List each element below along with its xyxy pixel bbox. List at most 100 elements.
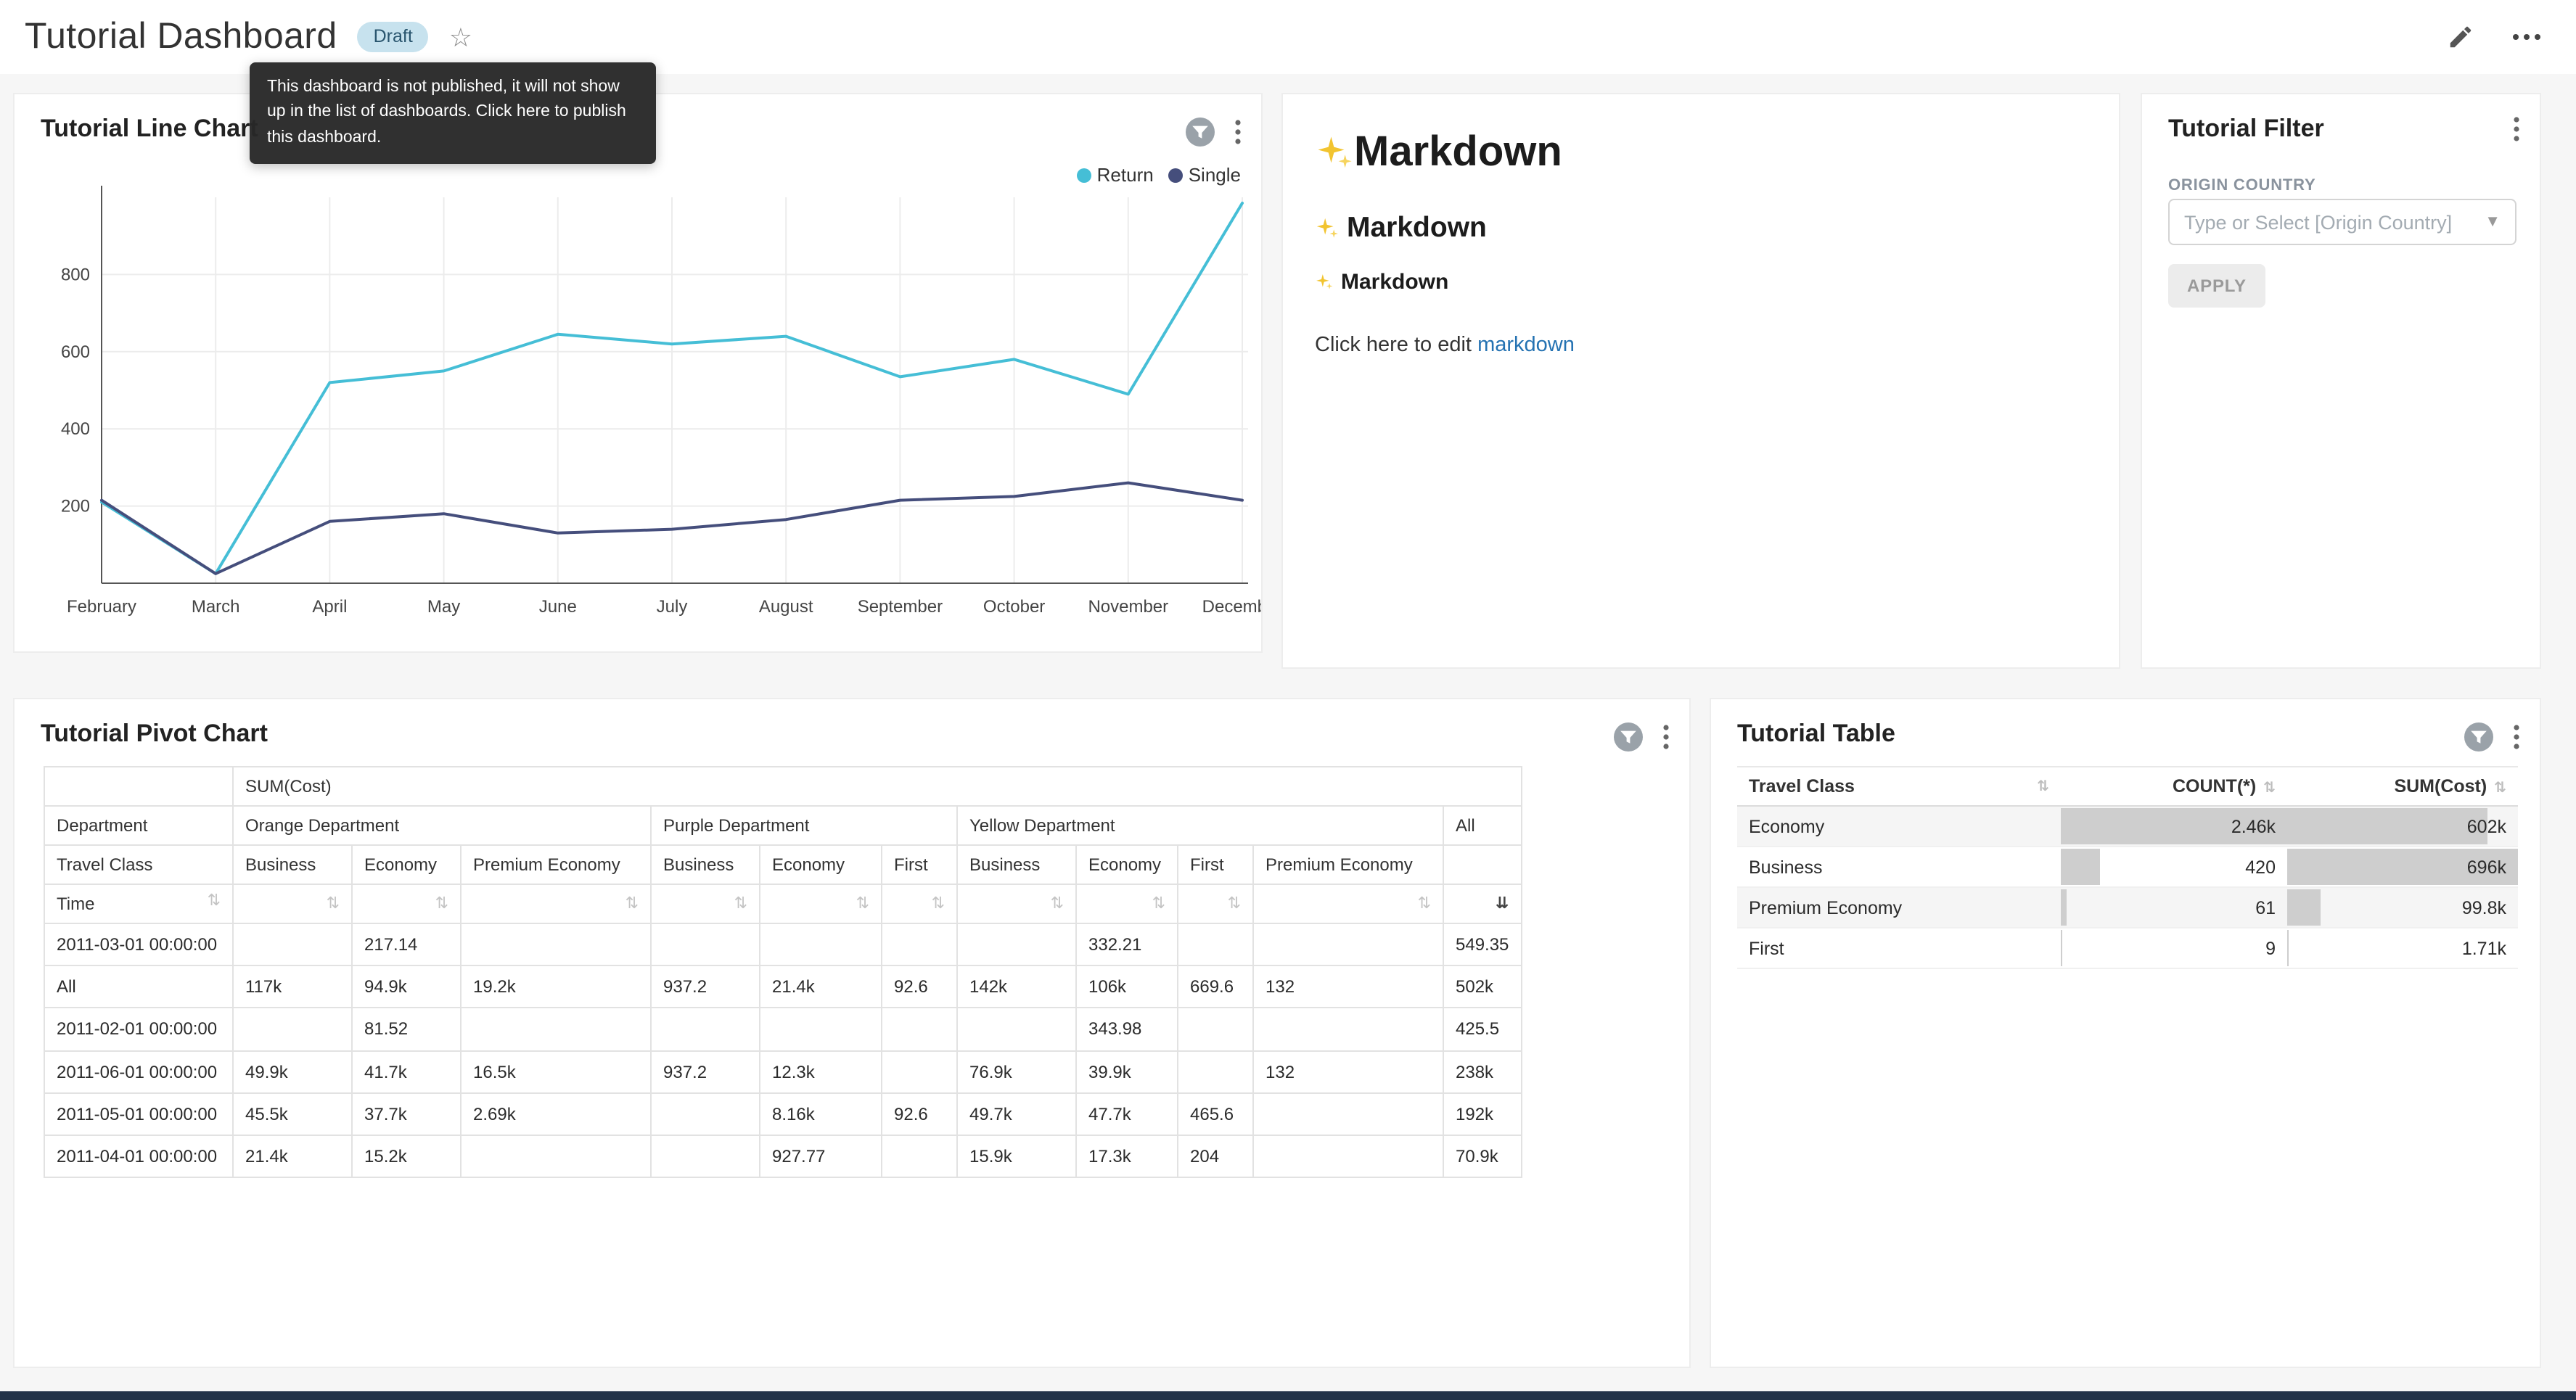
cell-count: 9 <box>2061 928 2287 968</box>
bottom-edge-strip <box>0 1391 2576 1400</box>
pivot-class-header: Business <box>957 845 1076 884</box>
pivot-row: 2011-06-01 00:00:0049.9k41.7k16.5k937.21… <box>44 1050 1521 1092</box>
pivot-group-header: Purple Department <box>651 806 957 845</box>
pivot-table: SUM(Cost)DepartmentOrange DepartmentPurp… <box>44 766 1522 1178</box>
svg-text:600: 600 <box>61 342 90 362</box>
line-chart-title: Tutorial Line Chart <box>41 115 258 144</box>
edit-pencil-icon[interactable] <box>2447 23 2474 51</box>
sparkles-icon <box>1315 133 1354 173</box>
markdown-card: Markdown Markdown Markdown Click here to… <box>1281 93 2120 669</box>
markdown-heading-1: Markdown <box>1315 129 2087 177</box>
apply-button[interactable]: APPLY <box>2168 264 2265 308</box>
page-title: Tutorial Dashboard <box>25 16 337 58</box>
sparkles-icon <box>1315 216 1340 241</box>
table-row: First91.71k <box>1737 928 2518 968</box>
sort-icon[interactable]: ⇅ <box>625 896 639 912</box>
col-header-count[interactable]: COUNT(*)⇅ <box>2061 767 2287 806</box>
sort-icon[interactable]: ⇅ <box>208 894 221 910</box>
svg-text:800: 800 <box>61 265 90 284</box>
svg-text:July: July <box>657 597 688 617</box>
cell-travel-class: Economy <box>1737 806 2061 847</box>
pivot-chart-card: Tutorial Pivot Chart SUM(Cost)Department… <box>13 698 1691 1368</box>
pivot-class-header: Economy <box>760 845 882 884</box>
pivot-metric-row: SUM(Cost) <box>44 767 1521 806</box>
kebab-menu-icon[interactable] <box>1235 119 1241 145</box>
sort-desc-icon[interactable]: ⇊ <box>1496 896 1509 912</box>
col-header-travel-class[interactable]: Travel Class⇅ <box>1737 767 2061 806</box>
cell-sum-cost: 602k <box>2287 806 2518 847</box>
pivot-row: All117k94.9k19.2k937.221.4k92.6142k106k6… <box>44 965 1521 1008</box>
pivot-class-header: Business <box>233 845 352 884</box>
draft-status-badge[interactable]: Draft <box>358 22 429 52</box>
header-actions <box>2447 23 2541 51</box>
filter-badge-icon[interactable] <box>2463 721 2495 753</box>
filter-card-title: Tutorial Filter <box>2168 115 2324 144</box>
favorite-star-icon[interactable]: ☆ <box>449 24 472 50</box>
svg-text:September: September <box>858 597 943 617</box>
legend-item-return[interactable]: Return <box>1077 164 1154 186</box>
sort-icon: ⇅ <box>2494 781 2506 796</box>
sort-icon[interactable]: ⇅ <box>734 896 747 912</box>
cell-travel-class: Premium Economy <box>1737 887 2061 928</box>
chart-legend: Return Single <box>1077 164 1241 186</box>
cell-travel-class: Business <box>1737 847 2061 887</box>
origin-country-label: ORIGIN COUNTRY <box>2168 177 2316 194</box>
cell-travel-class: First <box>1737 928 2061 968</box>
sort-icon[interactable]: ⇅ <box>435 896 448 912</box>
more-options-icon[interactable] <box>2512 33 2541 41</box>
pivot-class-header: Economy <box>352 845 461 884</box>
sort-icon[interactable]: ⇅ <box>1152 896 1165 912</box>
kebab-menu-icon[interactable] <box>1663 724 1669 750</box>
pivot-row: 2011-04-01 00:00:0021.4k15.2k927.7715.9k… <box>44 1135 1521 1177</box>
sort-icon[interactable]: ⇅ <box>1418 896 1431 912</box>
svg-text:November: November <box>1088 597 1168 617</box>
col-header-sum-cost[interactable]: SUM(Cost)⇅ <box>2287 767 2518 806</box>
line-chart-card: Tutorial Line Chart ReturnSingle 2004006… <box>13 93 1263 653</box>
table-row: Economy2.46k602k <box>1737 806 2518 847</box>
pivot-class-header: Premium Economy <box>1253 845 1443 884</box>
table-row: Premium Economy6199.8k <box>1737 887 2518 928</box>
pivot-class-header: Business <box>651 845 760 884</box>
markdown-edit-hint: Click here to edit markdown <box>1315 334 2087 357</box>
kebab-menu-icon[interactable] <box>2514 116 2519 142</box>
pivot-row: 2011-02-01 00:00:0081.52343.98425.5 <box>44 1008 1521 1050</box>
markdown-heading-3: Markdown <box>1315 270 2087 295</box>
cell-sum-cost: 99.8k <box>2287 887 2518 928</box>
kebab-menu-icon[interactable] <box>2514 724 2519 750</box>
sort-icon[interactable]: ⇅ <box>327 896 340 912</box>
pivot-chart-title: Tutorial Pivot Chart <box>41 720 268 749</box>
table-row: Business420696k <box>1737 847 2518 887</box>
pivot-sort-row: Time⇅⇅⇅⇅⇅⇅⇅⇅⇅⇅⇅⇊ <box>44 884 1521 923</box>
sparkles-icon <box>1315 273 1334 292</box>
cell-sum-cost: 1.71k <box>2287 928 2518 968</box>
legend-item-single[interactable]: Single <box>1168 164 1241 186</box>
svg-text:December: December <box>1202 597 1263 617</box>
svg-text:October: October <box>983 597 1045 617</box>
filter-badge-icon[interactable] <box>1184 116 1216 148</box>
svg-text:August: August <box>759 597 813 617</box>
sort-icon: ⇅ <box>2037 779 2049 795</box>
svg-text:April: April <box>312 597 347 617</box>
svg-text:March: March <box>192 597 240 617</box>
chevron-down-icon: ▼ <box>2485 213 2501 231</box>
legend-dot <box>1077 168 1091 182</box>
edit-markdown-link[interactable]: markdown <box>1477 334 1575 357</box>
sort-icon[interactable]: ⇅ <box>932 896 945 912</box>
unpublished-tooltip: This dashboard is not published, it will… <box>250 62 656 164</box>
pivot-class-header: First <box>882 845 957 884</box>
table-card-title: Tutorial Table <box>1737 720 1895 749</box>
legend-dot <box>1168 168 1183 182</box>
markdown-heading-2: Markdown <box>1315 212 2087 245</box>
sort-icon[interactable]: ⇅ <box>1051 896 1064 912</box>
filter-badge-icon[interactable] <box>1612 721 1644 753</box>
svg-text:200: 200 <box>61 497 90 516</box>
pivot-group-header: Orange Department <box>233 806 651 845</box>
origin-country-select[interactable]: Type or Select [Origin Country] ▼ <box>2168 199 2516 245</box>
table-header-row: Travel Class⇅COUNT(*)⇅SUM(Cost)⇅ <box>1737 767 2518 806</box>
pivot-department-row: DepartmentOrange DepartmentPurple Depart… <box>44 806 1521 845</box>
svg-text:February: February <box>67 597 136 617</box>
cell-count: 2.46k <box>2061 806 2287 847</box>
sort-icon[interactable]: ⇅ <box>856 896 869 912</box>
pivot-class-row: Travel ClassBusinessEconomyPremium Econo… <box>44 845 1521 884</box>
sort-icon[interactable]: ⇅ <box>1228 896 1241 912</box>
